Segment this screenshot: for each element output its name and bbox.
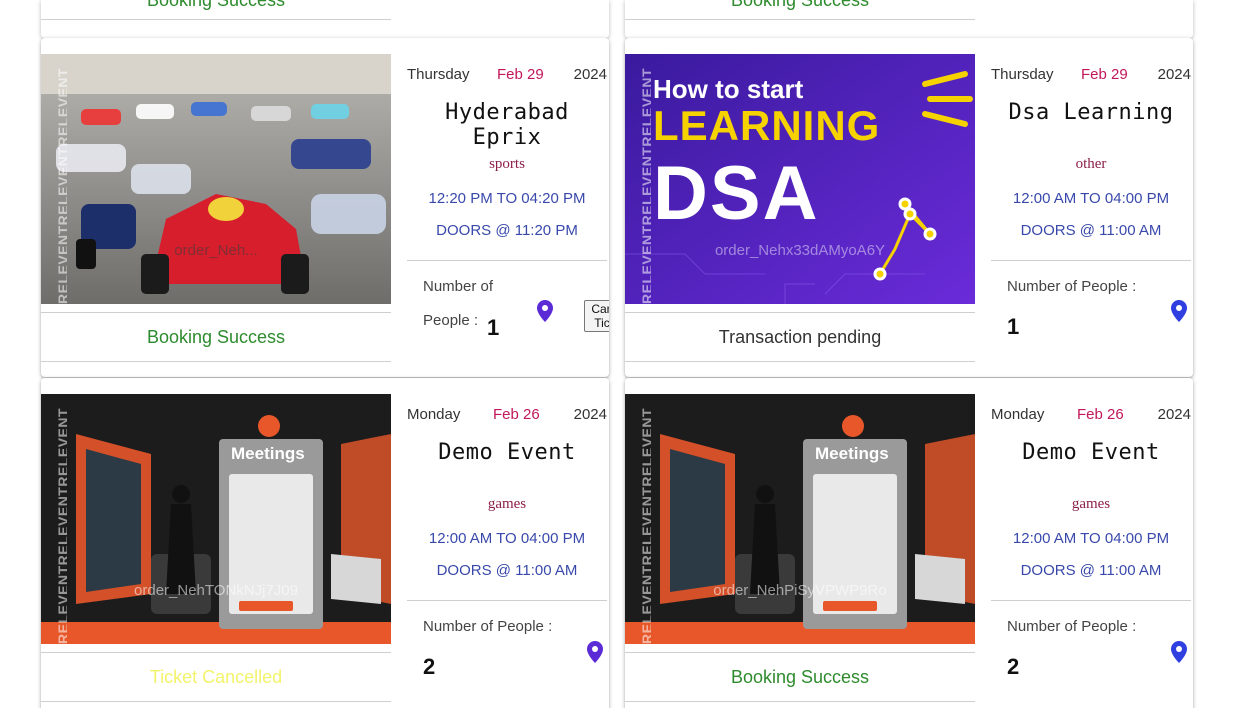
event-category: sports <box>489 156 525 172</box>
watermark: RELEVENTRELEVENTRELEVENT <box>55 407 67 644</box>
banner-line-3: DSA <box>653 151 820 236</box>
doors-time: DOORS @ 11:00 AM <box>1020 222 1162 239</box>
event-image: Meetings RELEVENTRELEVENTRELEVENT order_… <box>41 394 391 644</box>
people-count: 1 <box>1007 314 1020 339</box>
booking-status: Booking Success <box>730 0 870 10</box>
event-category: games <box>487 496 527 512</box>
event-image: RELEVENTRELEVENTRELEVENT order_Neh... <box>41 54 391 304</box>
people-label: Number of People : <box>423 278 494 329</box>
event-time: 12:00 AM TO 04:00 PM <box>1012 530 1170 547</box>
order-id: order_Nehx33dAMyoA6Y <box>714 242 886 259</box>
booking-card[interactable]: RELEVENTRELEVENTRELEVENT order_Neh... Bo… <box>41 38 609 377</box>
doors-time: DOORS @ 11:20 PM <box>436 222 578 239</box>
people-count: 2 <box>1007 654 1020 679</box>
location-pin-icon[interactable] <box>537 300 553 322</box>
divider <box>991 600 1191 601</box>
people-label: Number of People : <box>1007 618 1137 635</box>
location-pin-icon[interactable] <box>587 641 603 663</box>
order-id: order_NehTONkNJj7J09 <box>134 582 298 599</box>
watermark: RELEVENTRELEVENTRELEVENT <box>639 407 651 644</box>
event-date: Monday Feb 26 2024 <box>407 406 607 423</box>
location-pin-icon[interactable] <box>1171 641 1187 663</box>
people-label: Number of People : <box>1007 278 1137 295</box>
location-pin-icon[interactable] <box>1171 300 1187 322</box>
meetings-sign: Meetings <box>815 444 889 463</box>
event-title: Hyderabad Eprix <box>445 100 569 150</box>
divider <box>41 19 391 20</box>
bookings-page: Booking Success Booking Success RELEVENT… <box>0 0 1254 708</box>
booking-status: Ticket Cancelled <box>149 666 283 687</box>
doors-time: DOORS @ 11:00 AM <box>1020 562 1162 579</box>
people-count: 2 <box>423 654 436 679</box>
banner-line-2: LEARNING <box>653 102 881 149</box>
booking-card[interactable]: How to start LEARNING DSA RELEVENTRELEVE… <box>625 38 1193 377</box>
event-category: games <box>1071 496 1111 512</box>
booking-card-partial: Booking Success <box>41 0 609 38</box>
booking-card[interactable]: Meetings RELEVENTRELEVENTRELEVENT order_… <box>625 378 1193 708</box>
event-date: Thursday Feb 29 2024 <box>407 66 607 83</box>
event-date: Thursday Feb 29 2024 <box>991 66 1191 83</box>
event-time: 12:00 AM TO 04:00 PM <box>428 530 586 547</box>
event-date: Monday Feb 26 2024 <box>991 406 1191 423</box>
booking-status: Booking Success <box>730 666 870 687</box>
divider <box>991 260 1191 261</box>
watermark: RELEVENTRELEVENTRELEVENT <box>639 67 651 304</box>
event-title: Dsa Learning <box>1008 100 1174 125</box>
watermark: RELEVENTRELEVENTRELEVENT <box>55 67 67 304</box>
people-label: Number of People : <box>423 618 553 635</box>
cancel-ticket-button[interactable]: Cancel Ticket <box>584 300 609 332</box>
booking-status: Transaction pending <box>718 326 882 347</box>
booking-status: Booking Success <box>146 326 286 347</box>
order-id: order_Neh... <box>174 242 258 259</box>
doors-time: DOORS @ 11:00 AM <box>436 562 578 579</box>
banner-line-1: How to start <box>653 74 804 104</box>
meetings-sign: Meetings <box>231 444 305 463</box>
event-time: 12:20 PM TO 04:20 PM <box>428 190 586 207</box>
booking-status: Booking Success <box>146 0 286 10</box>
event-image: How to start LEARNING DSA RELEVENTRELEVE… <box>625 54 975 304</box>
divider <box>407 600 607 601</box>
divider <box>407 260 607 261</box>
booking-card-partial: Booking Success <box>625 0 1193 38</box>
event-title: Demo Event <box>438 440 576 465</box>
event-image: Meetings RELEVENTRELEVENTRELEVENT order_… <box>625 394 975 644</box>
divider <box>625 19 975 20</box>
order-id: order_NehPiSyVPWP9Ro <box>713 582 887 599</box>
event-time: 12:00 AM TO 04:00 PM <box>1012 190 1170 207</box>
event-category: other <box>1075 156 1107 172</box>
event-title: Demo Event <box>1022 440 1160 465</box>
people-count: 1 <box>487 315 500 340</box>
booking-card[interactable]: Meetings RELEVENTRELEVENTRELEVENT order_… <box>41 378 609 708</box>
